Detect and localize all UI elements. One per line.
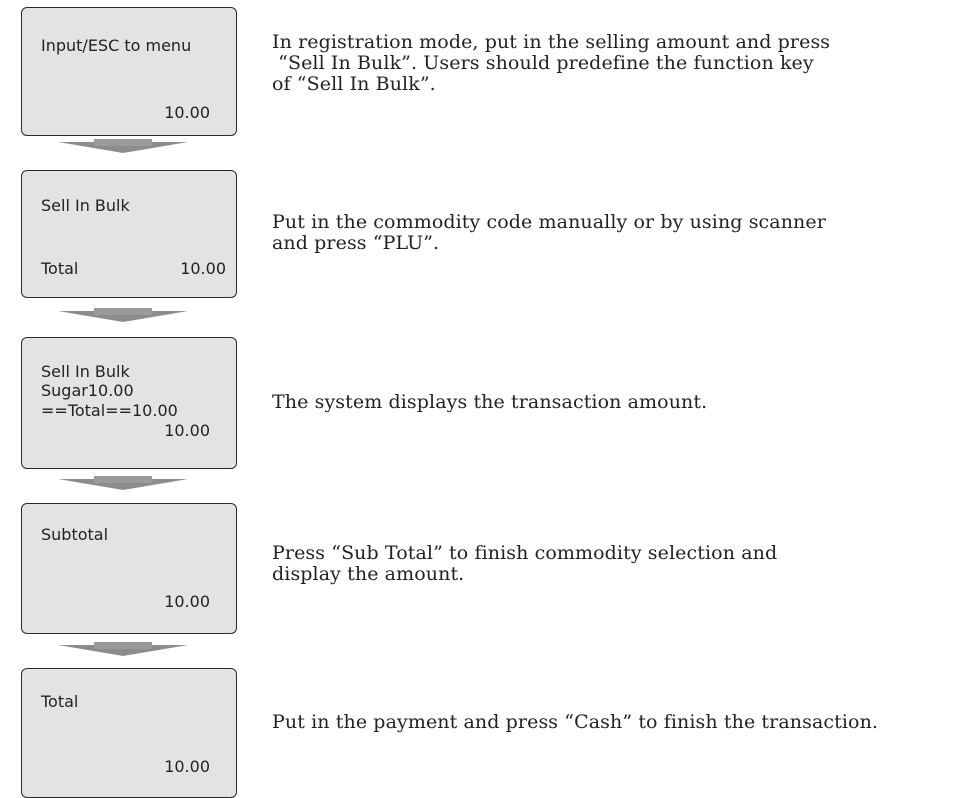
screen-item: Sugar10.00 bbox=[41, 381, 134, 400]
step-description: Press “Sub Total” to finish commodity se… bbox=[272, 542, 778, 585]
step-description: In registration mode, put in the selling… bbox=[272, 31, 831, 95]
lcd-screen-input: Input/ESC to menu 10.00 bbox=[21, 7, 237, 136]
screen-amount: 10.00 bbox=[164, 757, 210, 776]
step-description: Put in the payment and press “Cash” to f… bbox=[272, 711, 879, 733]
down-arrow-icon bbox=[58, 642, 188, 656]
screen-total-value: 10.00 bbox=[180, 259, 226, 278]
screen-prompt: Input/ESC to menu bbox=[41, 36, 192, 55]
lcd-screen-transaction: Sell In Bulk Sugar10.00 ==Total==10.00 1… bbox=[21, 337, 237, 469]
step-description: Put in the commodity code manually or by… bbox=[272, 211, 826, 254]
lcd-screen-total: Total 10.00 bbox=[21, 668, 237, 798]
screen-total-line: ==Total==10.00 bbox=[41, 401, 178, 420]
screen-mode: Sell In Bulk bbox=[41, 196, 130, 215]
screen-label: Total bbox=[41, 692, 79, 711]
down-arrow-icon bbox=[58, 308, 188, 322]
step-description: The system displays the transaction amou… bbox=[272, 391, 708, 413]
lcd-screen-sell-in-bulk: Sell In Bulk Total 10.00 bbox=[21, 170, 237, 298]
down-arrow-icon bbox=[58, 476, 188, 490]
down-arrow-icon bbox=[58, 139, 188, 153]
screen-amount: 10.00 bbox=[164, 421, 210, 440]
screen-amount: 10.00 bbox=[164, 103, 210, 122]
screen-amount: 10.00 bbox=[164, 592, 210, 611]
screen-mode: Sell In Bulk bbox=[41, 362, 130, 381]
screen-total-label: Total bbox=[41, 259, 79, 278]
lcd-screen-subtotal: Subtotal 10.00 bbox=[21, 503, 237, 634]
screen-label: Subtotal bbox=[41, 525, 109, 544]
